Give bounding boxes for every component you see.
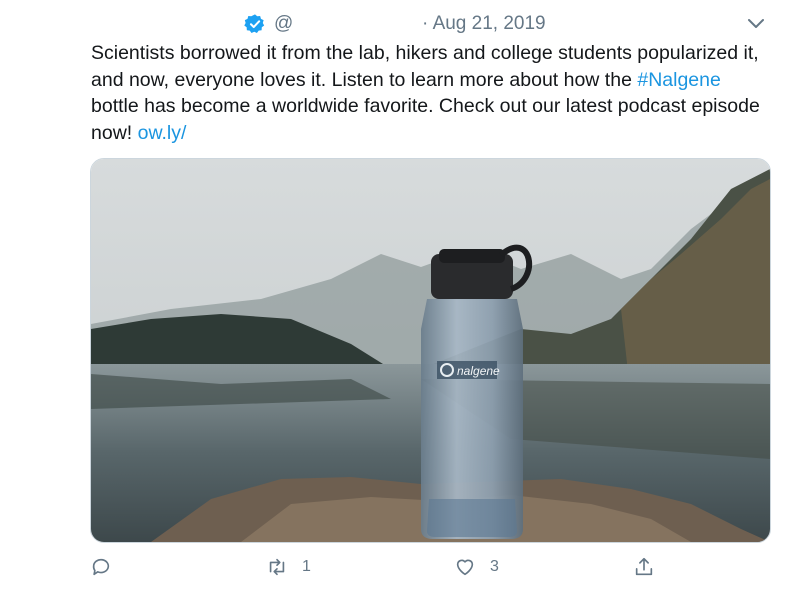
- like-count: 3: [490, 558, 499, 575]
- retweet-icon: [269, 558, 285, 576]
- tweet-timestamp[interactable]: · Aug 21, 2019: [422, 12, 546, 36]
- reply-button[interactable]: [90, 556, 126, 578]
- reply-icon: [92, 558, 110, 576]
- tweet-date[interactable]: Aug 21, 2019: [433, 13, 546, 34]
- retweet-count: 1: [302, 558, 311, 575]
- tweet-photo[interactable]: nalgene: [90, 158, 771, 543]
- url-link[interactable]: ow.ly/: [138, 122, 187, 144]
- tweet-actions: 1 3: [90, 556, 670, 582]
- tweet-text-part2: bottle has become a worldwide favorite. …: [91, 95, 760, 144]
- separator-dot: ·: [422, 13, 429, 34]
- share-button[interactable]: [633, 556, 655, 578]
- tweet-author[interactable]: @: [244, 12, 293, 36]
- lake-bottle-photo: nalgene: [91, 159, 770, 542]
- tweet[interactable]: @ · Aug 21, 2019 Scientists borrowed it …: [0, 0, 786, 590]
- verified-badge-icon: [244, 14, 265, 33]
- like-icon: [456, 559, 474, 576]
- author-handle[interactable]: @: [274, 13, 293, 35]
- chevron-down-icon[interactable]: [746, 16, 766, 32]
- share-icon: [635, 557, 653, 576]
- retweet-button[interactable]: 1: [266, 556, 311, 578]
- tweet-text: Scientists borrowed it from the lab, hik…: [91, 40, 771, 146]
- bottle-brand-label: nalgene: [457, 364, 500, 378]
- hashtag-link[interactable]: #Nalgene: [637, 69, 720, 91]
- like-button[interactable]: 3: [454, 556, 499, 578]
